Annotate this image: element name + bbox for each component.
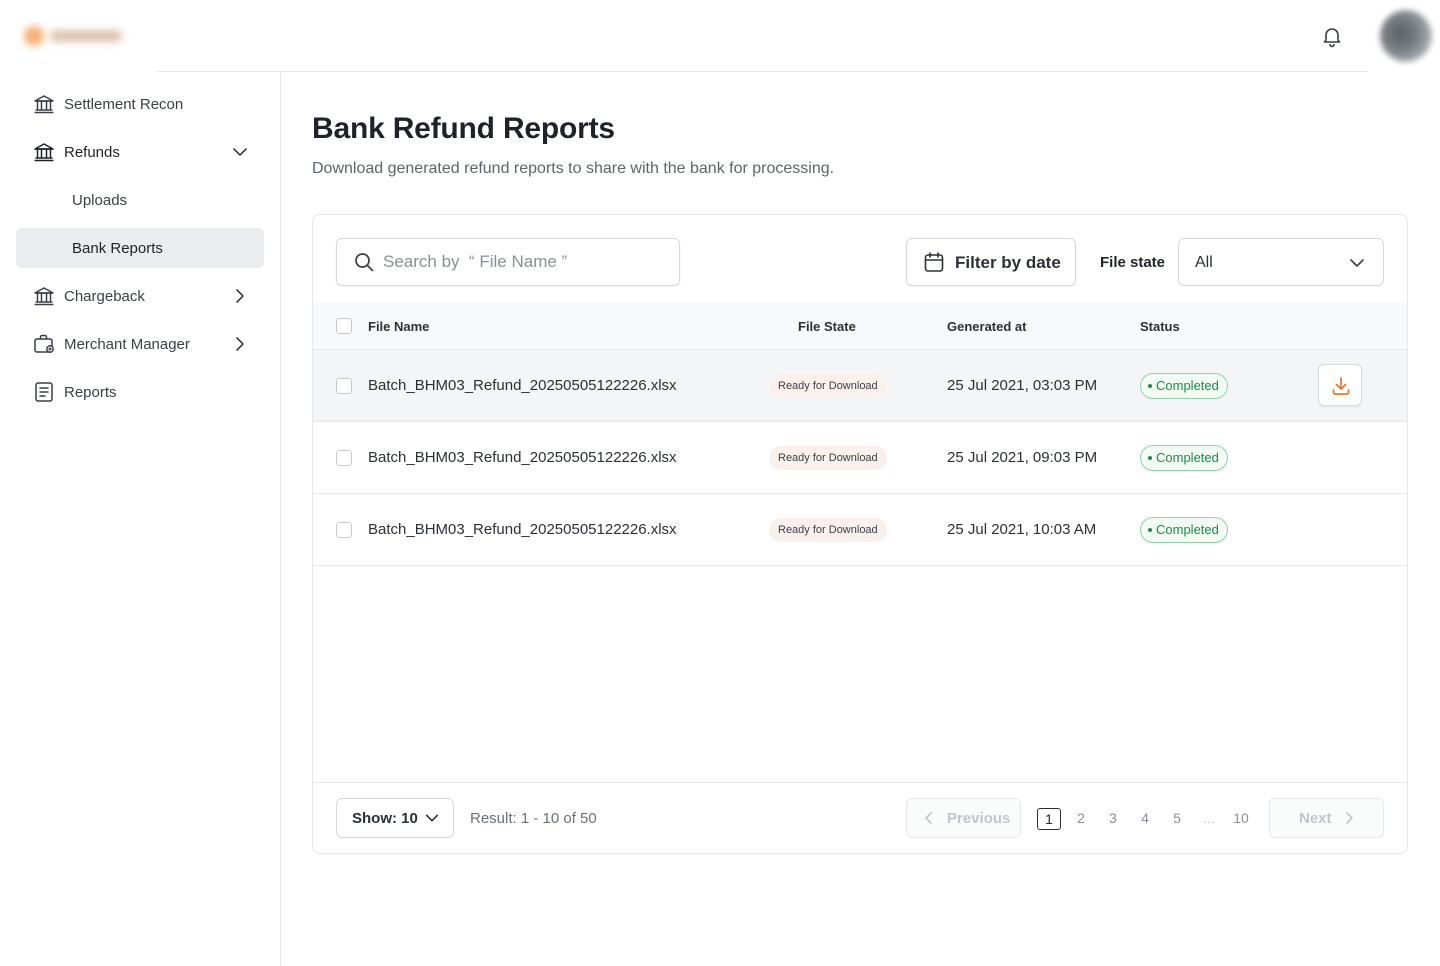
sidebar-item-refunds[interactable]: Refunds (16, 132, 264, 172)
sidebar-item-chargeback[interactable]: Chargeback (16, 276, 264, 316)
next-page-button[interactable]: Next (1269, 798, 1384, 838)
top-bar (0, 0, 1440, 72)
sidebar-item-label: Bank Reports (72, 239, 163, 257)
sidebar-item-label: Uploads (72, 191, 128, 209)
logo-mark (24, 26, 44, 46)
sidebar-item-label: Merchant Manager (64, 335, 190, 353)
page-number[interactable]: 2 (1069, 808, 1093, 830)
file-state-label: File state (1100, 254, 1166, 271)
page-number[interactable]: 10 (1229, 808, 1253, 830)
sidebar-item-uploads[interactable]: Uploads (16, 180, 264, 220)
bank-icon (32, 92, 56, 116)
bell-icon[interactable] (1320, 24, 1344, 48)
sidebar-item-bank-reports[interactable]: Bank Reports (16, 228, 264, 268)
result-count: Result: 1 - 10 of 50 (470, 810, 597, 827)
chevron-left-icon (921, 810, 937, 826)
table-footer-divider (313, 782, 1407, 783)
table-header: File Name File State Generated at Status (313, 302, 1407, 350)
file-state-select[interactable]: All (1178, 238, 1384, 286)
chevron-down-icon (423, 809, 441, 827)
download-icon (1332, 377, 1350, 395)
logo[interactable] (18, 20, 130, 52)
generated-at: 25 Jul 2021, 03:03 PM (947, 377, 1098, 394)
logo-wordmark (50, 30, 122, 42)
column-header-file-name[interactable]: File Name (368, 319, 429, 334)
reports-card: Filter by date File state All File Name … (312, 214, 1408, 854)
search-input[interactable] (383, 239, 673, 285)
file-state-badge: Ready for Download (769, 446, 887, 470)
row-checkbox[interactable] (336, 378, 352, 394)
sidebar-item-reports[interactable]: Reports (16, 372, 264, 412)
filter-by-date-button[interactable]: Filter by date (906, 238, 1076, 286)
user-avatar[interactable] (1380, 10, 1432, 62)
column-header-generated-at[interactable]: Generated at (947, 319, 1026, 334)
chevron-right-icon[interactable] (230, 334, 250, 354)
page-size-label: Show: 10 (352, 810, 418, 827)
sidebar-item-merchant-manager[interactable]: Merchant Manager (16, 324, 264, 364)
table-row[interactable]: Batch_BHM03_Refund_20250505122226.xlsx R… (313, 422, 1407, 494)
column-header-file-state[interactable]: File State (798, 319, 856, 334)
page-number[interactable]: 4 (1133, 808, 1157, 830)
select-all-checkbox[interactable] (336, 318, 352, 334)
download-button[interactable] (1318, 364, 1362, 406)
status-dot (1148, 383, 1152, 388)
file-state-value: All (1195, 254, 1213, 271)
file-name: Batch_BHM03_Refund_20250505122226.xlsx (368, 521, 677, 538)
bank-icon (32, 284, 56, 308)
sidebar-item-label: Refunds (64, 143, 120, 161)
column-header-status[interactable]: Status (1140, 319, 1180, 334)
sidebar-item-label: Chargeback (64, 287, 145, 305)
briefcase-icon (32, 332, 56, 356)
file-name: Batch_BHM03_Refund_20250505122226.xlsx (368, 449, 677, 466)
calendar-icon (923, 251, 945, 273)
file-state-badge: Ready for Download (769, 374, 887, 398)
sidebar: Settlement Recon Refunds Uploads Bank Re… (0, 72, 281, 966)
status-text: Completed (1156, 522, 1219, 537)
bank-icon (32, 140, 56, 164)
chevron-down-icon[interactable] (230, 142, 250, 162)
page-ellipsis: ... (1203, 810, 1215, 826)
page-number[interactable]: 3 (1101, 808, 1125, 830)
document-icon (32, 380, 56, 404)
previous-label: Previous (947, 810, 1011, 827)
header-divider (157, 71, 1368, 72)
next-label: Next (1299, 810, 1332, 827)
row-checkbox[interactable] (336, 450, 352, 466)
row-checkbox[interactable] (336, 522, 352, 538)
chevron-right-icon[interactable] (230, 286, 250, 306)
page-size-select[interactable]: Show: 10 (336, 798, 454, 838)
generated-at: 25 Jul 2021, 10:03 AM (947, 521, 1097, 538)
status-badge: Completed (1140, 373, 1228, 399)
page-title: Bank Refund Reports (312, 112, 615, 145)
page-number[interactable]: 1 (1037, 808, 1061, 830)
status-dot (1148, 527, 1152, 532)
status-badge: Completed (1140, 517, 1228, 543)
chevron-right-icon (1341, 810, 1357, 826)
status-dot (1148, 455, 1152, 460)
sidebar-item-label: Settlement Recon (64, 95, 184, 113)
search-box[interactable] (336, 238, 680, 286)
page-subtitle: Download generated refund reports to sha… (312, 160, 835, 177)
page-number[interactable]: 5 (1165, 808, 1189, 830)
search-icon (353, 251, 375, 273)
status-text: Completed (1156, 378, 1219, 393)
filter-by-date-label: Filter by date (955, 253, 1061, 272)
generated-at: 25 Jul 2021, 09:03 PM (947, 449, 1098, 466)
status-text: Completed (1156, 450, 1219, 465)
previous-page-button[interactable]: Previous (906, 798, 1021, 838)
sidebar-item-settlement-recon[interactable]: Settlement Recon (16, 84, 264, 124)
status-badge: Completed (1140, 445, 1228, 471)
chevron-down-icon (1347, 253, 1367, 273)
table-row[interactable]: Batch_BHM03_Refund_20250505122226.xlsx R… (313, 350, 1407, 422)
sidebar-item-label: Reports (64, 383, 117, 401)
file-state-badge: Ready for Download (769, 518, 887, 542)
table-row[interactable]: Batch_BHM03_Refund_20250505122226.xlsx R… (313, 494, 1407, 566)
file-name: Batch_BHM03_Refund_20250505122226.xlsx (368, 377, 677, 394)
